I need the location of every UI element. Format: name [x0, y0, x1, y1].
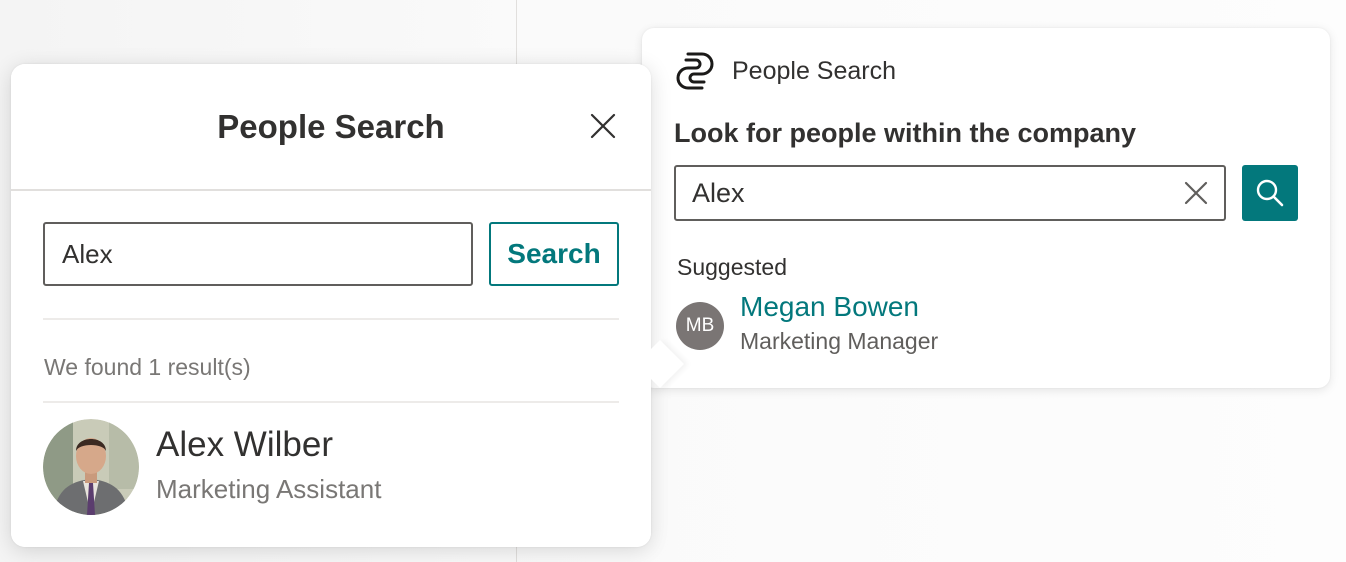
- result-text: Alex Wilber Marketing Assistant: [156, 419, 381, 505]
- card-header: People Search: [674, 50, 896, 92]
- panel-body: People Search Search We found 1 result(s…: [11, 64, 651, 547]
- search-input[interactable]: [676, 167, 1168, 219]
- divider: [43, 401, 619, 403]
- people-search-logo-icon: [676, 52, 714, 90]
- suggestion-item[interactable]: MB Megan Bowen Marketing Manager: [676, 290, 938, 355]
- suggestion-job-title: Marketing Manager: [740, 328, 939, 354]
- result-job-title: Marketing Assistant: [156, 474, 382, 504]
- close-panel-button[interactable]: [585, 108, 621, 144]
- divider: [43, 318, 619, 320]
- suggested-label: Suggested: [677, 254, 787, 280]
- search-input[interactable]: [43, 222, 473, 286]
- app-name: People Search: [732, 56, 897, 85]
- search-button[interactable]: Search: [489, 222, 619, 286]
- avatar: MB: [676, 302, 724, 350]
- people-search-panel: People Search Search We found 1 result(s…: [11, 64, 685, 547]
- result-name: Alex Wilber: [156, 425, 333, 464]
- search-button[interactable]: [1242, 165, 1298, 221]
- search-box: [674, 165, 1226, 221]
- result-count: We found 1 result(s): [44, 354, 251, 380]
- close-icon: [590, 113, 616, 139]
- clear-search-button[interactable]: [1168, 167, 1224, 219]
- header-divider: [11, 189, 651, 191]
- avatar: [43, 419, 139, 515]
- suggestion-name-link[interactable]: Megan Bowen: [740, 290, 938, 324]
- card-heading: Look for people within the company: [674, 118, 1137, 148]
- close-icon: [1184, 181, 1208, 205]
- suggestion-text: Megan Bowen Marketing Manager: [740, 290, 938, 355]
- result-item[interactable]: Alex Wilber Marketing Assistant: [43, 419, 381, 515]
- panel-title: People Search: [217, 108, 445, 145]
- search-icon: [1256, 179, 1284, 207]
- people-search-card: People Search Look for people within the…: [642, 28, 1330, 388]
